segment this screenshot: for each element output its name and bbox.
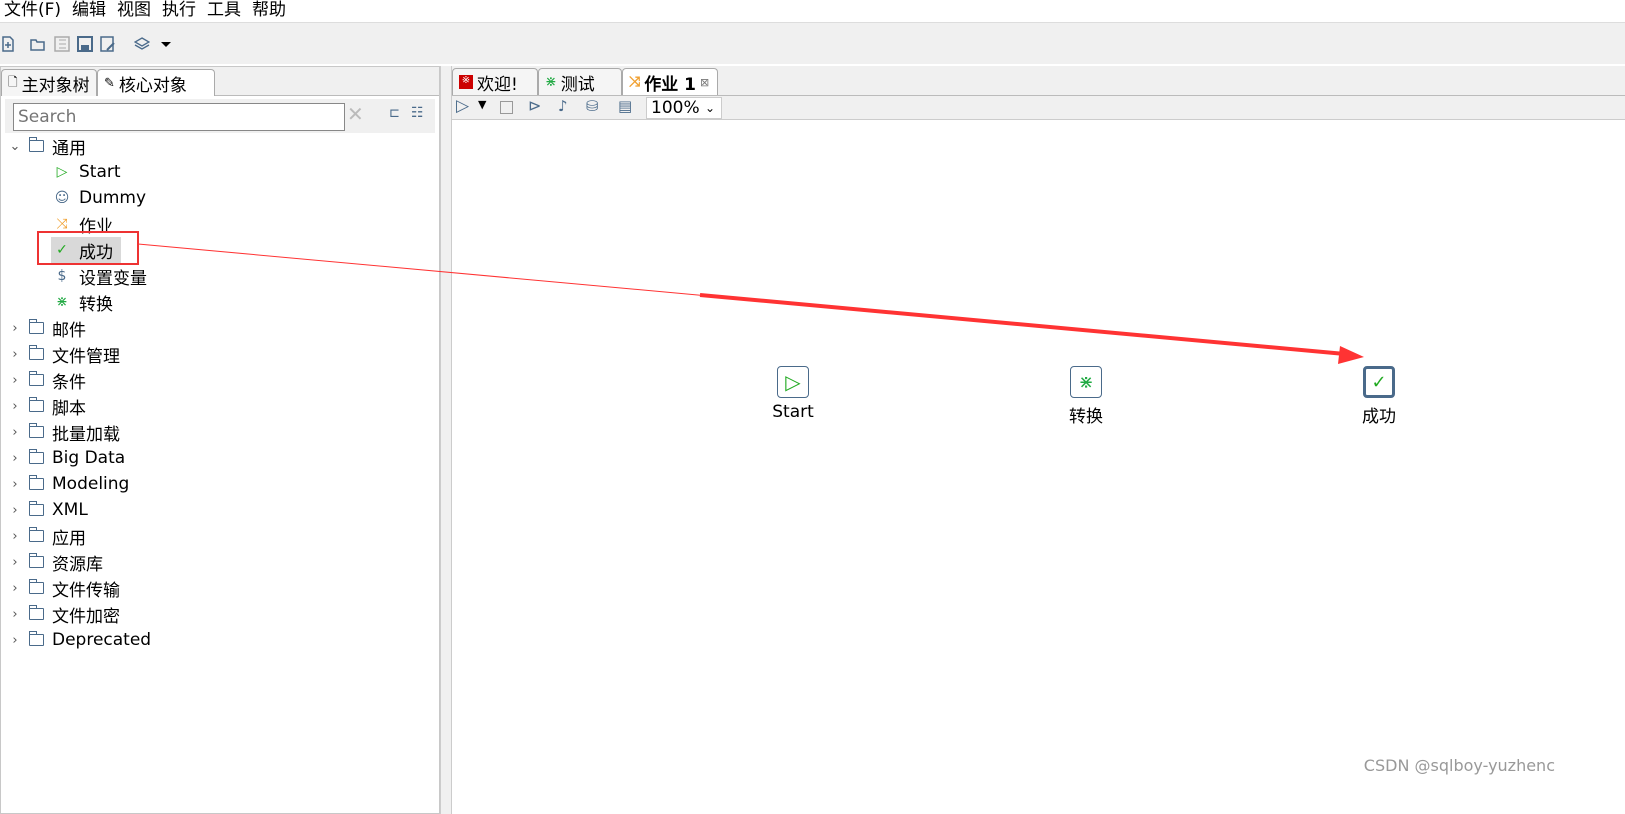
watermark: CSDN @sqlboy-yuzhenc [1363, 756, 1555, 775]
drag-annotation-arrow [137, 243, 1364, 364]
arrow-head [1338, 346, 1364, 364]
arrow-line-thick [699, 293, 1346, 356]
